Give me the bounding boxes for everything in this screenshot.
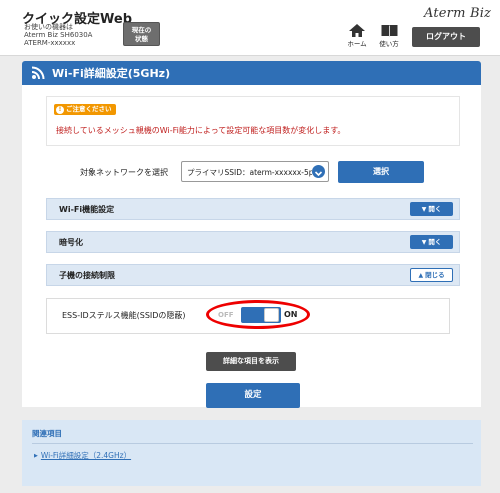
current-status-button[interactable]: 現在の 状態 xyxy=(123,22,160,46)
manual-label: 使い方 xyxy=(379,40,399,48)
device-id: ATERM-xxxxxx xyxy=(24,39,76,47)
stealth-setting-label: ESS-IDステルス機能(SSIDの隠蔽) xyxy=(62,311,186,320)
open-button-label: 開く xyxy=(428,238,442,246)
section-client-restriction[interactable]: 子機の接続制限 ▲ 閉じる xyxy=(46,264,460,286)
home-nav[interactable]: ホーム xyxy=(344,24,370,48)
chevron-down-icon: ▼ xyxy=(421,239,427,246)
exclamation-icon: ! xyxy=(56,106,64,114)
select-network-button[interactable]: 選択 xyxy=(338,161,424,183)
close-button[interactable]: ▲ 閉じる xyxy=(410,268,453,282)
chevron-down-icon xyxy=(312,165,325,178)
network-select-label: 対象ネットワークを選択 xyxy=(80,168,168,177)
notice-text: 接続しているメッシュ親機のWi-Fi能力によって設定可能な項目数が変化します。 xyxy=(56,126,346,135)
header: クイック設定Web お使いの機器は Aterm Biz SH6030A ATER… xyxy=(0,0,500,56)
red-highlight-ellipse xyxy=(206,300,310,329)
section-label: 子機の接続制限 xyxy=(59,271,115,280)
related-link-wifi-24ghz[interactable]: ▶ Wi-Fi詳細設定（2.4GHz） xyxy=(34,450,131,461)
home-icon xyxy=(349,24,365,37)
section-title-bar: Wi-Fi詳細設定(5GHz) xyxy=(22,61,481,85)
network-select-value: プライマリSSID：aterm-xxxxxx-5p xyxy=(187,168,312,177)
open-button-label: 開く xyxy=(428,205,442,213)
wifi-icon xyxy=(31,66,45,80)
triangle-right-icon: ▶ xyxy=(34,453,38,459)
page-title: Wi-Fi詳細設定(5GHz) xyxy=(52,67,171,80)
chevron-down-icon: ▼ xyxy=(421,206,427,213)
notice-badge: ! ご注意ください xyxy=(54,104,116,115)
notice-badge-label: ご注意ください xyxy=(66,105,112,113)
show-details-button[interactable]: 詳細な項目を表示 xyxy=(206,352,296,371)
related-divider xyxy=(32,443,473,444)
book-icon xyxy=(381,25,397,37)
home-label: ホーム xyxy=(347,40,367,48)
section-wifi-function[interactable]: Wi-Fi機能設定 ▼ 開く xyxy=(46,198,460,220)
section-encryption[interactable]: 暗号化 ▼ 開く xyxy=(46,231,460,253)
open-button[interactable]: ▼ 開く xyxy=(410,235,453,249)
chevron-up-icon: ▲ xyxy=(418,272,424,279)
related-link-label: Wi-Fi詳細設定（2.4GHz） xyxy=(40,451,132,460)
manual-nav[interactable]: 使い方 xyxy=(376,24,402,48)
apply-button[interactable]: 設定 xyxy=(206,383,300,408)
current-status-label: 現在の 状態 xyxy=(131,26,152,43)
section-label: 暗号化 xyxy=(59,238,83,247)
brand-logo: Aterm Biz xyxy=(424,6,492,21)
open-button[interactable]: ▼ 開く xyxy=(410,202,453,216)
logout-button[interactable]: ログアウト xyxy=(412,27,480,47)
related-heading: 関連項目 xyxy=(32,429,62,438)
close-button-label: 閉じる xyxy=(425,271,445,279)
network-select[interactable]: プライマリSSID：aterm-xxxxxx-5p xyxy=(181,161,329,182)
section-label: Wi-Fi機能設定 xyxy=(59,205,115,214)
